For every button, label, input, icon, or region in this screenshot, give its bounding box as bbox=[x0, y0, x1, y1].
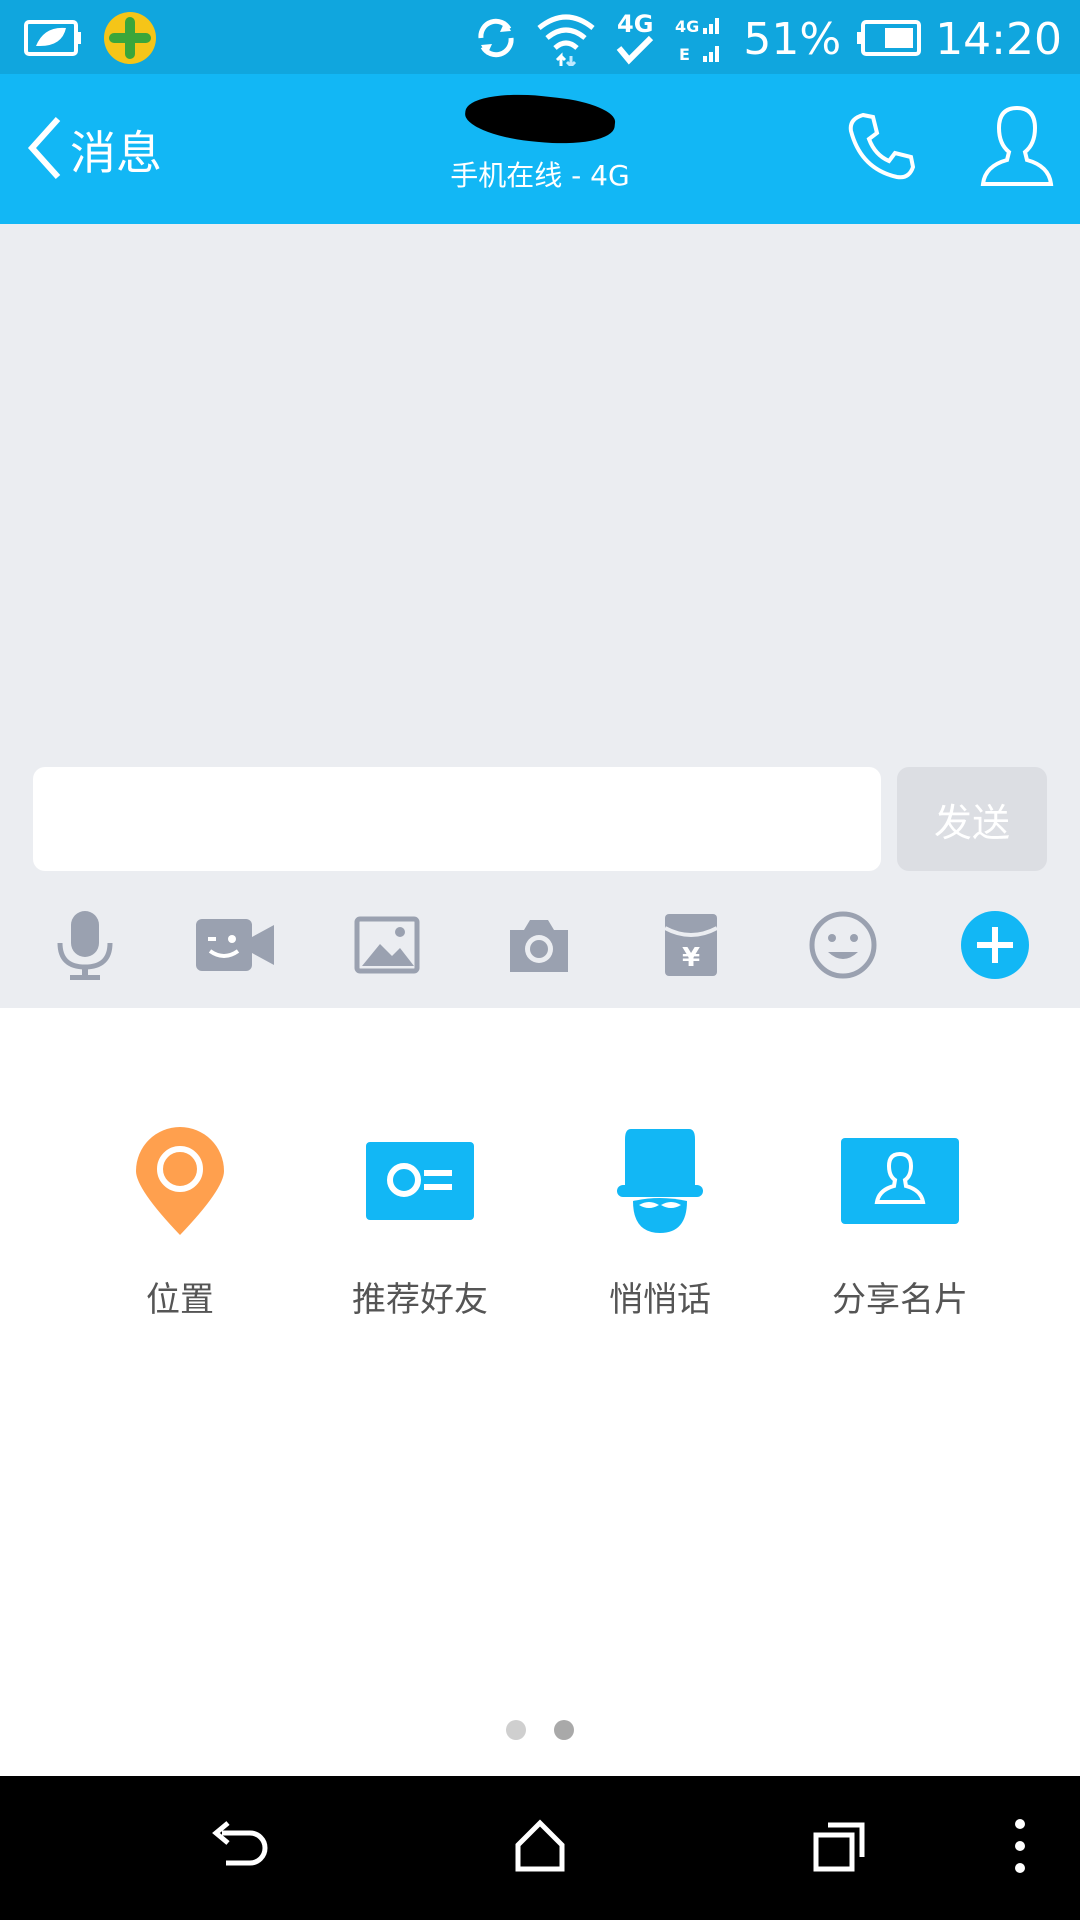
recommend-friend-label: 推荐好友 bbox=[352, 1280, 488, 1320]
video-call-icon bbox=[194, 917, 276, 977]
whisper-item[interactable]: 悄悄话 bbox=[540, 1108, 780, 1321]
wifi-icon bbox=[535, 10, 597, 70]
emoji-icon bbox=[808, 910, 878, 984]
battery-saver-icon bbox=[22, 16, 84, 64]
whisper-hat-icon bbox=[615, 1125, 705, 1241]
page-indicator bbox=[0, 1720, 1080, 1740]
message-list[interactable] bbox=[0, 224, 1080, 750]
contact-card-icon bbox=[364, 1140, 476, 1226]
input-toolbar: ¥ bbox=[0, 880, 1080, 1008]
svg-text:E: E bbox=[679, 45, 690, 64]
location-item[interactable]: 位置 bbox=[60, 1108, 300, 1321]
page-dot-1[interactable] bbox=[506, 1720, 526, 1740]
svg-text:4G: 4G bbox=[675, 17, 699, 36]
back-arrow-icon bbox=[210, 1819, 270, 1877]
video-call-tool-button[interactable] bbox=[190, 902, 280, 992]
nav-back-button[interactable] bbox=[200, 1808, 280, 1888]
page-dot-2[interactable] bbox=[554, 1720, 574, 1740]
security-app-icon bbox=[102, 10, 158, 70]
recents-icon bbox=[812, 1819, 868, 1877]
status-time: 14:20 bbox=[935, 14, 1062, 65]
svg-text:¥: ¥ bbox=[682, 943, 700, 973]
navigation-bar bbox=[0, 1776, 1080, 1920]
send-button[interactable]: 发送 bbox=[897, 767, 1047, 871]
contact-name-redacted bbox=[463, 88, 617, 150]
battery-percent: 51% bbox=[743, 14, 842, 65]
camera-icon bbox=[506, 916, 572, 978]
voice-call-button[interactable] bbox=[840, 106, 924, 190]
4g-check-icon: 4G bbox=[611, 8, 659, 72]
composer: 发送 bbox=[0, 750, 1080, 880]
location-label: 位置 bbox=[146, 1280, 214, 1320]
plus-icon bbox=[959, 909, 1031, 985]
home-icon bbox=[512, 1819, 568, 1877]
location-pin-icon bbox=[134, 1125, 226, 1241]
share-card-icon bbox=[839, 1136, 961, 1230]
red-packet-icon: ¥ bbox=[663, 912, 719, 982]
red-packet-button[interactable]: ¥ bbox=[646, 902, 736, 992]
status-bar: 4G 4G E 51% 14:20 bbox=[0, 0, 1080, 74]
whisper-label: 悄悄话 bbox=[609, 1280, 711, 1320]
photo-album-button[interactable] bbox=[342, 902, 432, 992]
signal-icon: 4G E bbox=[673, 10, 729, 70]
nav-recents-button[interactable] bbox=[800, 1808, 880, 1888]
nav-home-button[interactable] bbox=[500, 1808, 580, 1888]
svg-text:4G: 4G bbox=[617, 10, 653, 38]
chat-header: 消息 手机在线 - 4G bbox=[0, 74, 1080, 224]
emoji-button[interactable] bbox=[798, 902, 888, 992]
voice-input-button[interactable] bbox=[40, 902, 130, 992]
battery-icon bbox=[855, 18, 922, 62]
phone-icon bbox=[845, 109, 919, 187]
share-card-label: 分享名片 bbox=[832, 1280, 968, 1320]
nav-menu-button[interactable] bbox=[980, 1808, 1060, 1888]
contact-profile-button[interactable] bbox=[975, 104, 1059, 192]
person-icon bbox=[977, 104, 1057, 192]
more-panel: 位置 推荐好友 悄悄话 分享名片 bbox=[0, 1008, 1080, 1776]
image-icon bbox=[354, 916, 420, 978]
camera-button[interactable] bbox=[494, 902, 584, 992]
message-input[interactable] bbox=[33, 767, 881, 871]
more-button[interactable] bbox=[950, 902, 1040, 992]
sync-icon bbox=[471, 13, 521, 67]
share-card-item[interactable]: 分享名片 bbox=[780, 1108, 1020, 1321]
more-vert-icon bbox=[1012, 1818, 1028, 1878]
microphone-icon bbox=[54, 909, 116, 985]
recommend-friend-item[interactable]: 推荐好友 bbox=[300, 1108, 540, 1321]
